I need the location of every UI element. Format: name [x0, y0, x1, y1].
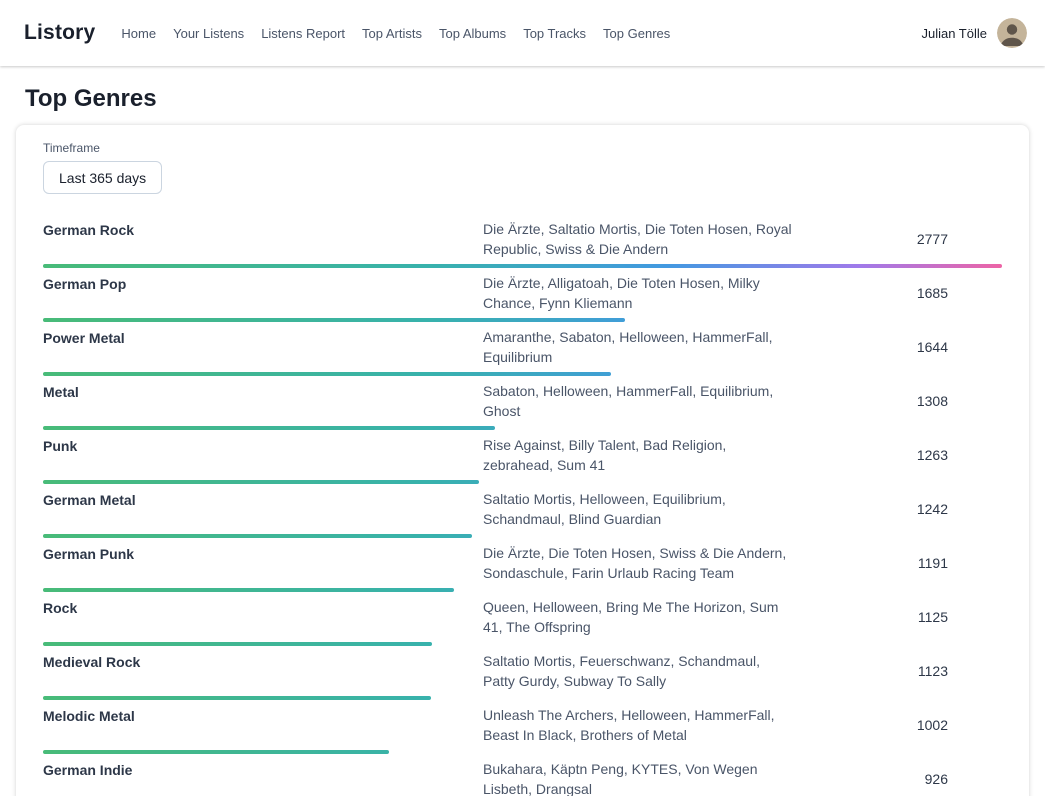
genre-row: German PopDie Ärzte, Alligatoah, Die Tot… [43, 268, 1002, 322]
timeframe-label: Timeframe [43, 141, 1002, 155]
genre-name: German Indie [43, 759, 483, 780]
main-content: Top Genres Timeframe Last 365 days Germa… [0, 85, 1045, 796]
genre-row: German RockDie Ärzte, Saltatio Mortis, D… [43, 214, 1002, 268]
nav-link-top-artists[interactable]: Top Artists [362, 26, 422, 41]
genre-artists: Die Ärzte, Alligatoah, Die Toten Hosen, … [483, 273, 795, 313]
genre-name: Rock [43, 597, 483, 618]
genre-artists: Rise Against, Billy Talent, Bad Religion… [483, 435, 795, 475]
navbar: Listory Home Your Listens Listens Report To… [0, 0, 1045, 66]
user-name[interactable]: Julian Tölle [921, 26, 987, 41]
top-genres-card: Timeframe Last 365 days German RockDie Ä… [16, 125, 1029, 796]
genre-row: PunkRise Against, Billy Talent, Bad Reli… [43, 430, 1002, 484]
genre-artists: Sabaton, Helloween, HammerFall, Equilibr… [483, 381, 795, 421]
brand-logo[interactable]: Listory [24, 21, 95, 45]
nav-link-your-listens[interactable]: Your Listens [173, 26, 244, 41]
genre-name: German Rock [43, 219, 483, 240]
genre-artists: Die Ärzte, Die Toten Hosen, Swiss & Die … [483, 543, 795, 583]
nav-link-top-genres[interactable]: Top Genres [603, 26, 670, 41]
genre-count: 1644 [795, 339, 1002, 355]
genre-artists: Die Ärzte, Saltatio Mortis, Die Toten Ho… [483, 219, 795, 259]
genre-count: 1263 [795, 447, 1002, 463]
genre-name: Power Metal [43, 327, 483, 348]
navbar-right: Julian Tölle [921, 18, 1027, 48]
avatar-image [997, 18, 1027, 48]
nav-link-top-albums[interactable]: Top Albums [439, 26, 506, 41]
genre-artists: Amaranthe, Sabaton, Helloween, HammerFal… [483, 327, 795, 367]
timeframe-select[interactable]: Last 365 days [43, 161, 162, 194]
genre-count: 1191 [795, 555, 1002, 571]
genre-row: Melodic MetalUnleash The Archers, Hellow… [43, 700, 1002, 754]
genre-count: 1242 [795, 501, 1002, 517]
genre-count: 926 [795, 771, 1002, 787]
genre-name: German Punk [43, 543, 483, 564]
nav-link-listens-report[interactable]: Listens Report [261, 26, 345, 41]
navbar-left: Listory Home Your Listens Listens Report To… [24, 21, 670, 45]
genre-artists: Saltatio Mortis, Feuerschwanz, Schandmau… [483, 651, 795, 691]
genre-name: Punk [43, 435, 483, 456]
genre-count: 1125 [795, 609, 1002, 625]
nav-links: Home Your Listens Listens Report Top Artist… [121, 26, 670, 41]
genre-row: RockQueen, Helloween, Bring Me The Horiz… [43, 592, 1002, 646]
genre-count: 1685 [795, 285, 1002, 301]
genre-row: German IndieBukahara, Käptn Peng, KYTES,… [43, 754, 1002, 796]
genre-name: German Metal [43, 489, 483, 510]
page-title: Top Genres [25, 85, 1029, 113]
genre-count: 1308 [795, 393, 1002, 409]
nav-link-top-tracks[interactable]: Top Tracks [523, 26, 586, 41]
genre-artists: Saltatio Mortis, Helloween, Equilibrium,… [483, 489, 795, 529]
genre-artists: Bukahara, Käptn Peng, KYTES, Von Wegen L… [483, 759, 795, 796]
genre-name: Metal [43, 381, 483, 402]
genre-count: 2777 [795, 231, 1002, 247]
genre-artists: Unleash The Archers, Helloween, HammerFa… [483, 705, 795, 745]
timeframe-filter: Timeframe Last 365 days [43, 141, 1002, 194]
user-avatar[interactable] [997, 18, 1027, 48]
genre-name: Melodic Metal [43, 705, 483, 726]
genre-table: German RockDie Ärzte, Saltatio Mortis, D… [43, 214, 1002, 796]
nav-link-home[interactable]: Home [121, 26, 156, 41]
genre-name: Medieval Rock [43, 651, 483, 672]
genre-count: 1002 [795, 717, 1002, 733]
genre-artists: Queen, Helloween, Bring Me The Horizon, … [483, 597, 795, 637]
genre-count: 1123 [795, 663, 1002, 679]
genre-row: Medieval RockSaltatio Mortis, Feuerschwa… [43, 646, 1002, 700]
genre-row: MetalSabaton, Helloween, HammerFall, Equ… [43, 376, 1002, 430]
genre-row: German MetalSaltatio Mortis, Helloween, … [43, 484, 1002, 538]
genre-row: German PunkDie Ärzte, Die Toten Hosen, S… [43, 538, 1002, 592]
genre-name: German Pop [43, 273, 483, 294]
genre-row: Power MetalAmaranthe, Sabaton, Helloween… [43, 322, 1002, 376]
